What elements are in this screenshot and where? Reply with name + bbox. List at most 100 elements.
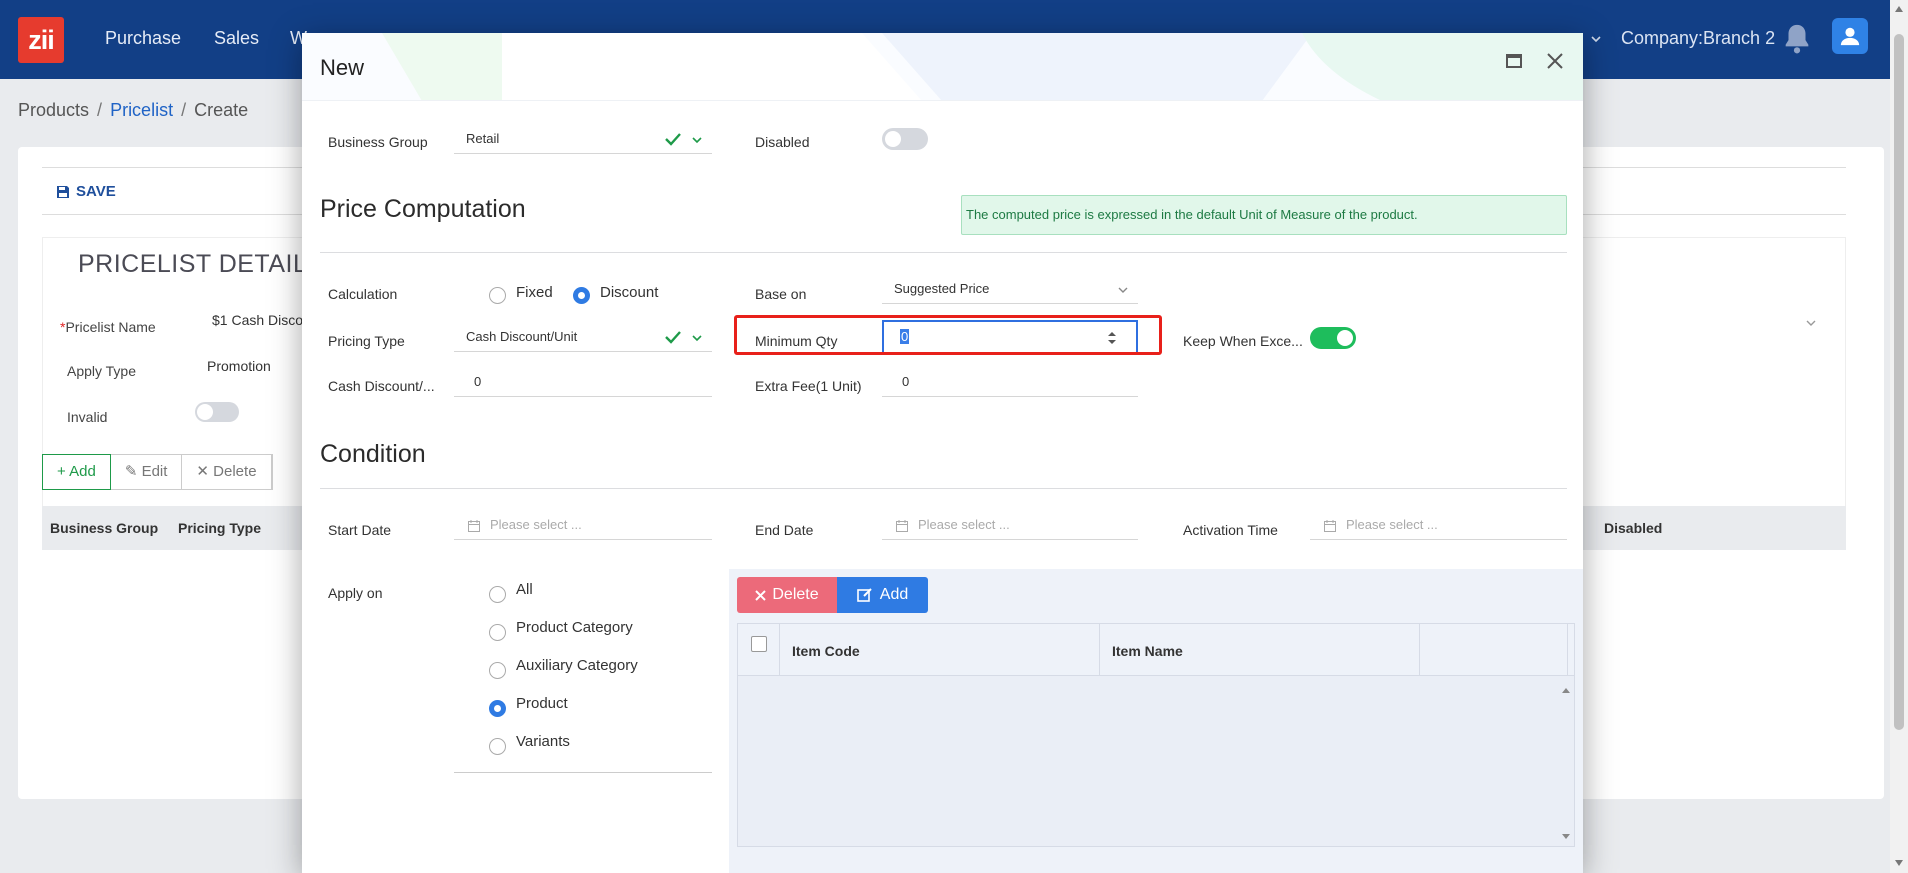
pricing-type-select[interactable]: Cash Discount/Unit — [454, 322, 712, 352]
detail-button-group: + Add ✎ Edit ✕ Delete — [42, 454, 273, 490]
invalid-toggle[interactable] — [195, 402, 239, 422]
apply-type-label: Apply Type — [67, 363, 137, 379]
maximize-icon[interactable] — [1506, 54, 1522, 68]
new-pricelist-item-dialog: New Business Group Retail Disabled Price… — [302, 33, 1583, 873]
apply-on-auxiliary-category-label[interactable]: Auxiliary Category — [516, 657, 638, 674]
bell-icon[interactable] — [1780, 22, 1814, 56]
calculation-discount-label[interactable]: Discount — [600, 284, 658, 301]
end-date-picker[interactable]: Please select ... — [882, 510, 1138, 540]
add-item-button[interactable]: Add — [837, 577, 928, 613]
save-button[interactable]: SAVE — [56, 183, 116, 200]
table-scroll-up-icon[interactable] — [1562, 688, 1570, 693]
pricing-type-value: Cash Discount/Unit — [466, 329, 578, 344]
breadcrumb-separator: / — [181, 100, 187, 120]
edit-icon — [856, 588, 872, 602]
column-item-name[interactable]: Item Name — [1100, 624, 1420, 676]
calendar-icon — [896, 520, 908, 532]
table-scroll-down-icon[interactable] — [1562, 834, 1570, 839]
end-date-label: End Date — [755, 522, 814, 538]
breadcrumb-create: Create — [194, 100, 249, 120]
pricelist-name-value[interactable]: $1 Cash Discou — [212, 312, 311, 328]
activation-time-placeholder: Please select ... — [1346, 517, 1438, 532]
cash-discount-label: Cash Discount/... — [328, 378, 435, 394]
calculation-fixed-label[interactable]: Fixed — [516, 284, 553, 301]
cash-discount-input[interactable]: 0 — [454, 367, 712, 397]
cash-discount-value: 0 — [474, 374, 482, 389]
delete-label: Delete — [772, 586, 819, 603]
nav-purchase[interactable]: Purchase — [105, 28, 181, 49]
apply-on-auxiliary-category-radio[interactable] — [489, 662, 506, 679]
apply-on-all-label[interactable]: All — [516, 581, 533, 598]
edit-detail-button[interactable]: ✎ Edit — [111, 455, 183, 489]
item-table: Item Code Item Name — [737, 623, 1575, 847]
add-detail-button[interactable]: + Add — [42, 454, 111, 490]
column-pricing-type: Pricing Type — [178, 520, 261, 536]
apply-on-product-category-radio[interactable] — [489, 624, 506, 641]
scrollbar-thumb[interactable] — [1894, 34, 1904, 730]
base-on-label: Base on — [755, 286, 807, 302]
page-scrollbar[interactable] — [1890, 0, 1908, 873]
breadcrumb: Products / Pricelist / Create — [18, 100, 248, 121]
minimum-qty-highlight — [734, 315, 1162, 355]
close-icon — [755, 589, 767, 601]
activation-time-picker[interactable]: Please select ... — [1310, 510, 1567, 540]
calendar-icon — [1324, 520, 1336, 532]
dialog-header: New — [302, 33, 1583, 101]
base-on-value: Suggested Price — [894, 281, 990, 296]
scroll-down-arrow-icon[interactable] — [1895, 860, 1903, 866]
base-on-select[interactable]: Suggested Price — [882, 274, 1138, 304]
column-disabled: Disabled — [1604, 520, 1663, 536]
chevron-down-icon[interactable] — [1118, 286, 1128, 294]
breadcrumb-pricelist[interactable]: Pricelist — [110, 100, 173, 120]
chevron-down-icon[interactable] — [1590, 33, 1602, 45]
disabled-label: Disabled — [755, 134, 810, 150]
apply-type-value[interactable]: Promotion — [207, 358, 271, 374]
section-divider — [320, 252, 1567, 253]
end-date-placeholder: Please select ... — [918, 517, 1010, 532]
disabled-toggle[interactable] — [882, 128, 928, 150]
business-group-select[interactable]: Retail — [454, 124, 712, 154]
start-date-picker[interactable]: Please select ... — [454, 510, 712, 540]
calculation-fixed-radio[interactable] — [489, 287, 506, 304]
keep-when-exceed-toggle[interactable] — [1310, 327, 1356, 349]
apply-on-variants-radio[interactable] — [489, 738, 506, 755]
user-avatar[interactable] — [1832, 18, 1868, 54]
calendar-icon — [468, 520, 480, 532]
apply-on-all-radio[interactable] — [489, 586, 506, 603]
chevron-down-icon[interactable] — [692, 136, 702, 144]
scroll-up-arrow-icon[interactable] — [1895, 6, 1903, 12]
apply-on-product-radio[interactable] — [489, 700, 506, 717]
chevron-down-icon[interactable] — [692, 334, 702, 342]
start-date-label: Start Date — [328, 522, 392, 538]
header-decoration — [382, 33, 1583, 100]
breadcrumb-separator: / — [97, 100, 103, 120]
column-business-group: Business Group — [50, 520, 159, 536]
condition-title: Condition — [320, 440, 426, 468]
delete-detail-button[interactable]: ✕ Delete — [182, 455, 272, 489]
pricing-type-label: Pricing Type — [328, 333, 405, 349]
section-divider — [320, 488, 1567, 489]
close-icon[interactable] — [1544, 50, 1566, 72]
check-icon — [665, 133, 681, 146]
business-group-value: Retail — [466, 131, 500, 146]
calculation-discount-radio[interactable] — [573, 287, 590, 304]
extra-fee-value: 0 — [902, 374, 910, 389]
company-selector[interactable]: Company:Branch 2 — [1621, 28, 1775, 49]
item-selection-panel: Delete Add Item Code Item Name — [729, 569, 1583, 873]
activation-time-label: Activation Time — [1183, 522, 1278, 538]
pricelist-detail-title: PRICELIST DETAIL — [78, 250, 308, 278]
column-item-code[interactable]: Item Code — [780, 624, 1100, 676]
apply-on-product-label[interactable]: Product — [516, 695, 568, 712]
breadcrumb-products[interactable]: Products — [18, 100, 89, 120]
column-empty — [1420, 624, 1568, 676]
chevron-down-icon[interactable] — [1805, 317, 1817, 329]
extra-fee-input[interactable]: 0 — [882, 367, 1138, 397]
nav-sales[interactable]: Sales — [214, 28, 259, 49]
app-logo[interactable]: zii — [18, 17, 64, 63]
select-all-checkbox[interactable] — [751, 636, 767, 652]
uom-notice: The computed price is expressed in the d… — [961, 195, 1567, 235]
apply-on-product-category-label[interactable]: Product Category — [516, 619, 633, 636]
price-computation-title: Price Computation — [320, 195, 526, 223]
apply-on-variants-label[interactable]: Variants — [516, 733, 570, 750]
delete-item-button[interactable]: Delete — [737, 577, 837, 613]
